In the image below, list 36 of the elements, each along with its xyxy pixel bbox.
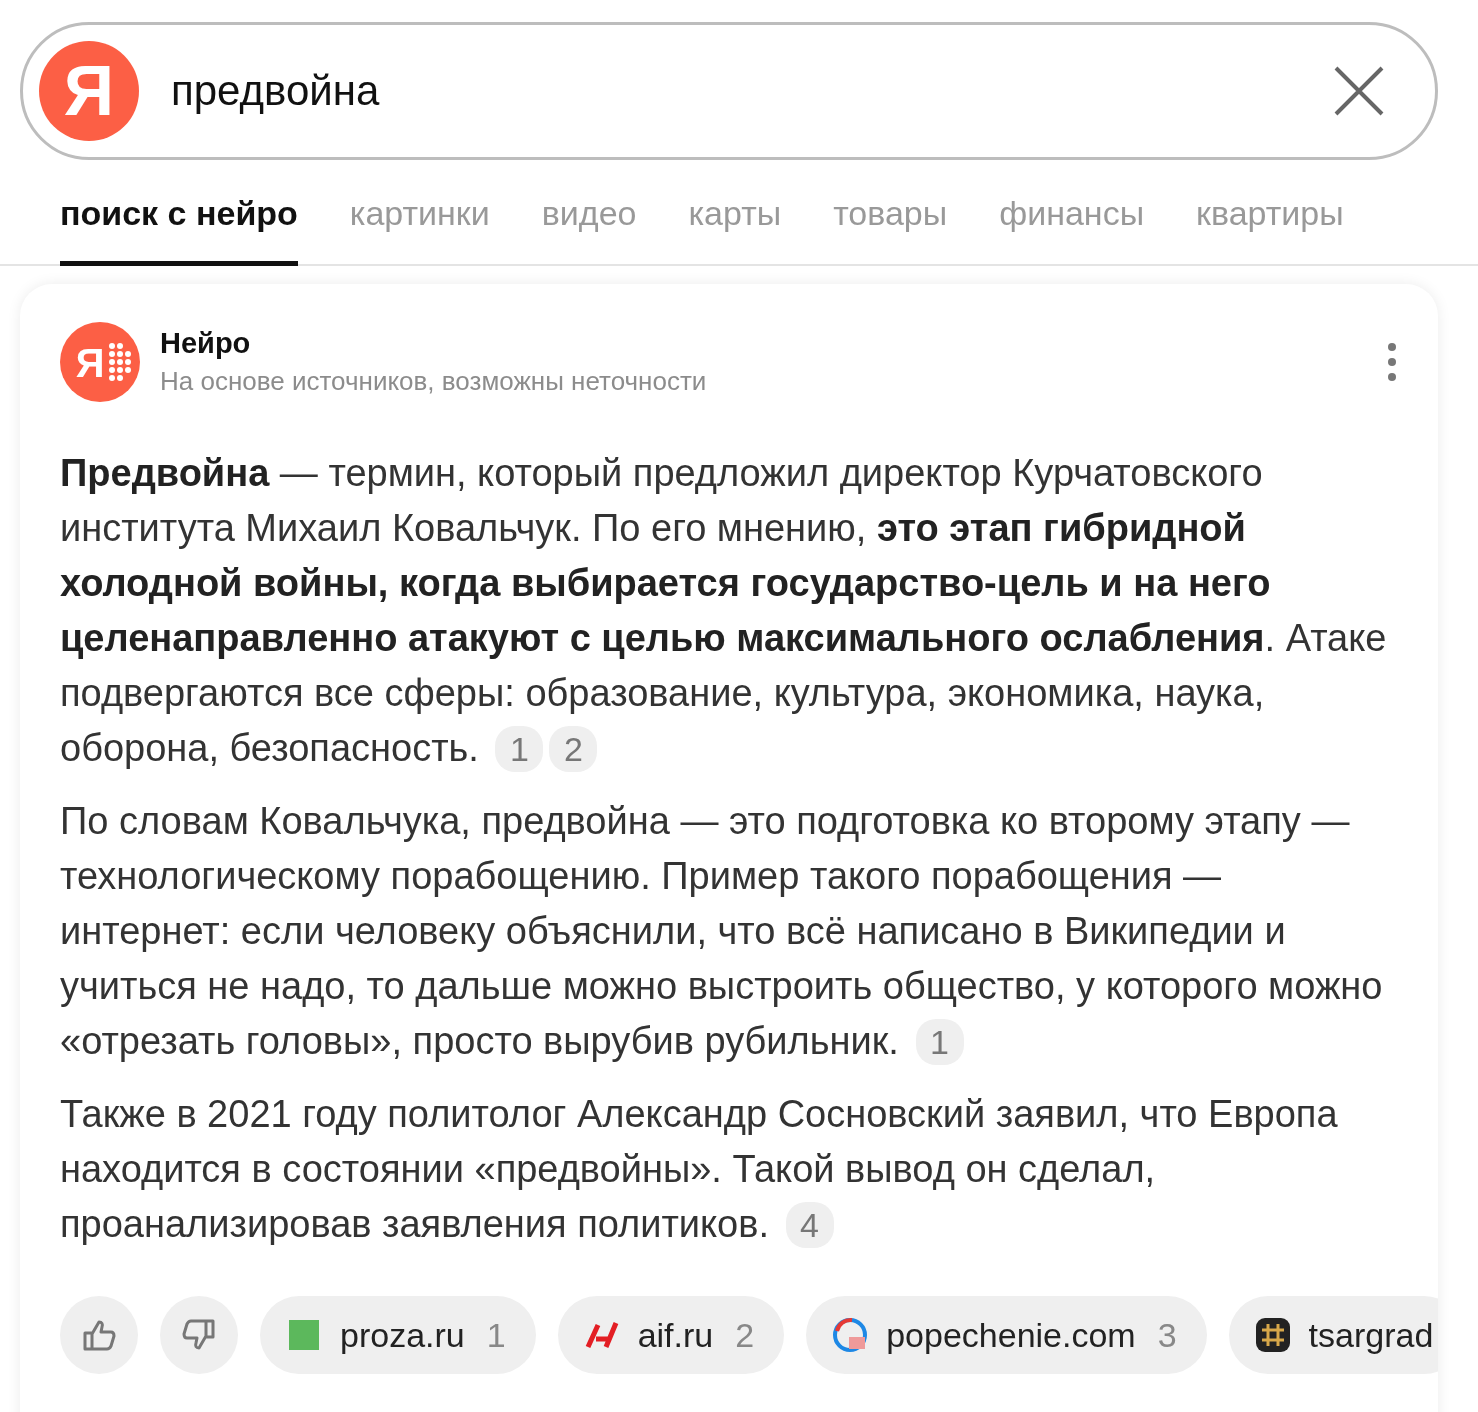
source-number: 3 <box>1157 1315 1177 1355</box>
source-name: proza.ru <box>340 1315 465 1355</box>
source-name: aif.ru <box>637 1315 714 1355</box>
answer-title: Нейро <box>160 327 252 360</box>
citation-badge[interactable]: 2 <box>549 726 598 772</box>
tab[interactable]: картинки <box>349 182 490 266</box>
source-name: popechenie.com <box>886 1315 1136 1355</box>
citation-badge[interactable]: 1 <box>915 1019 964 1065</box>
search-query: предвойна <box>171 67 381 115</box>
citation-badge[interactable]: 4 <box>785 1202 834 1248</box>
source-number: 2 <box>735 1315 755 1355</box>
answer-paragraph: По словам Ковальчука, предвойна — это подготовка ко второму этапу — технологическому порабощению. Пример такого порабощения — интернет: если человеку объяснили, что всё написано в Википедии и учиться не надо, то дальше можно выстроить общество, у которого можно «отрезать головы», просто вырубив рубильник. 1 <box>60 794 1400 1069</box>
source-chip[interactable]: proza.ru 1 <box>260 1296 536 1374</box>
tab[interactable]: товары <box>833 182 948 266</box>
source-chip[interactable]: aif.ru 2 <box>557 1296 785 1374</box>
grid-icon <box>1254 1317 1291 1353</box>
search-field[interactable]: Я предвойна <box>20 22 1438 160</box>
tab[interactable]: квартиры <box>1196 182 1344 266</box>
answer-subtitle: На основе источников, возможны неточности <box>160 366 708 397</box>
source-chip[interactable]: tsargrad <box>1228 1296 1438 1374</box>
answer-paragraph: Предвойна — термин, который предложил директор Курчатовского института Михаил Ковальчук. По его мнению, это этап гибридной холодной войны, когда выбирается государство-цель и на него целенаправленно атакуют с целью максимального ослабления. Атаке подвергаются все сферы: образование, культура, экономика, наука, оборона, безопасность. 1 2 <box>60 446 1400 776</box>
square-icon <box>286 1317 322 1353</box>
logo[interactable]: Я <box>39 41 139 141</box>
globe-icon <box>832 1317 869 1353</box>
source-chip[interactable]: popechenie.com 3 <box>806 1296 1207 1374</box>
source-number: 1 <box>486 1315 506 1355</box>
tab[interactable]: карты <box>688 182 782 266</box>
answer-paragraph: Также в 2021 году политолог Александр Сосновский заявил, что Европа находится в состоянии «предвойны». Такой вывод он сделал, проанализировав заявления политиков. 4 <box>60 1087 1400 1252</box>
tab[interactable]: видео <box>541 182 637 266</box>
close-icon[interactable] <box>1333 65 1385 117</box>
tab[interactable]: поиск с нейро <box>60 182 298 266</box>
source-name: tsargrad <box>1308 1315 1434 1355</box>
tab[interactable]: финансы <box>999 182 1145 266</box>
neuro-icon: Я <box>60 322 140 402</box>
citation-badge[interactable]: 1 <box>495 726 544 772</box>
more-icon[interactable] <box>1386 342 1398 382</box>
